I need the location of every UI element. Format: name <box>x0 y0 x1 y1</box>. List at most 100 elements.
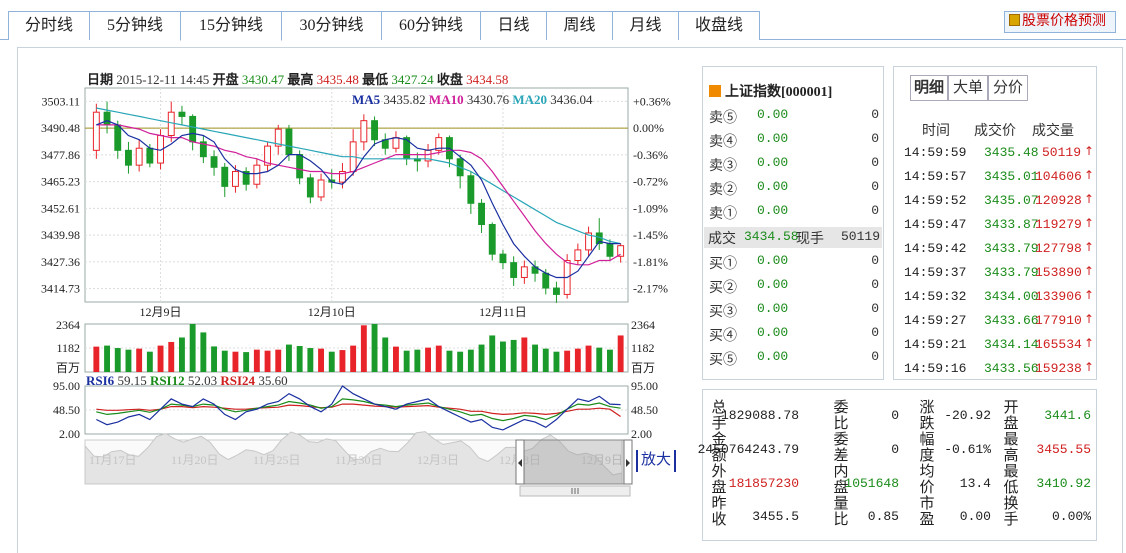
buy-label: 买① <box>709 257 737 272</box>
buy-vol: 0 <box>871 277 879 292</box>
candle-body <box>253 164 261 185</box>
col-price-header: 成交价 <box>974 124 1016 139</box>
stat-value: 3410.92 <box>1036 476 1091 491</box>
candle-body <box>467 175 475 204</box>
trade-row: 14:59:57 3435.01 104606 ↑ <box>904 168 1095 187</box>
trade-price: 3434.14 <box>984 337 1039 352</box>
candle-body <box>510 262 518 278</box>
trade-price: 3433.79 <box>984 265 1039 280</box>
volume-bar <box>382 337 389 372</box>
index-icon <box>709 85 721 97</box>
rsi-legend: RSI6 59.15 RSI12 52.03 RSI24 35.60 <box>86 373 288 389</box>
buy-price: 0.00 <box>757 301 789 316</box>
trade-row: 14:59:27 3433.66 177910 ↑ <box>904 312 1094 331</box>
sell-row: 卖② 0.00 0 <box>707 179 881 199</box>
buy-row: 买④ 0.00 0 <box>707 325 881 345</box>
candle-body <box>360 120 368 143</box>
rsi-tick-label-right: 48.50 <box>631 403 658 417</box>
trade-row: 14:59:42 3433.79 127798 ↑ <box>904 240 1094 259</box>
sell-price: 0.00 <box>757 203 789 218</box>
buy-price: 0.00 <box>757 277 789 292</box>
sell-label: 卖② <box>709 183 737 198</box>
trade-price: 3433.66 <box>984 313 1039 328</box>
volume-bar <box>232 351 239 372</box>
stats-label-col2: 委比委差内盘量比 <box>833 400 849 528</box>
trade-time: 14:59:27 <box>904 313 967 328</box>
volume-bar <box>307 348 314 372</box>
rsi12-name: RSI12 <box>149 373 185 388</box>
low-value: 3427.24 <box>391 72 434 87</box>
volume-bar <box>574 348 581 372</box>
volume-bar <box>596 347 603 372</box>
up-arrow-icon: ↑ <box>1084 168 1095 182</box>
trade-price: 3435.01 <box>984 169 1039 184</box>
trade-vol: 133906 <box>1035 289 1082 304</box>
stat-value: 13.4 <box>959 476 991 491</box>
sell-label: 卖① <box>709 207 737 222</box>
pct-tick-label: -1.45% <box>633 228 668 242</box>
sell-price: 0.00 <box>757 131 789 146</box>
buy-price: 0.00 <box>757 325 789 340</box>
trade-vol: 50119 <box>1041 145 1081 160</box>
trade-row: 14:59:32 3434.00 133906 ↑ <box>904 288 1095 307</box>
tab-detail[interactable]: 明细 <box>910 75 948 101</box>
rsi6-value: 59.15 <box>117 373 147 388</box>
tab-price-split[interactable]: 分价 <box>988 75 1028 101</box>
high-label: 最高 <box>287 72 314 87</box>
ma10-name: MA10 <box>428 92 464 107</box>
predict-label: 股票价格预测 <box>1022 14 1106 29</box>
trade-price: 3433.87 <box>984 217 1039 232</box>
buy-price: 0.00 <box>757 349 789 364</box>
navigator-date-label: 11月25日 <box>253 453 301 467</box>
rsi-tick-label: 2.00 <box>59 427 80 441</box>
rsi24-value: 35.60 <box>258 373 288 388</box>
rsi12-value: 52.03 <box>187 373 218 388</box>
open-value: 3430.47 <box>241 72 285 87</box>
sell-price: 0.00 <box>757 107 789 122</box>
low-label: 最低 <box>362 72 389 87</box>
high-value: 3435.48 <box>316 72 359 87</box>
candle-body <box>178 111 186 117</box>
volume-bar <box>403 350 410 372</box>
candle-body <box>125 149 132 166</box>
pct-tick-label: -2.17% <box>633 282 668 296</box>
price-panel-frame <box>84 87 629 303</box>
candle-body <box>306 177 314 198</box>
pct-tick-label: -1.81% <box>633 255 668 269</box>
tab-big-orders[interactable]: 大单 <box>948 75 988 101</box>
candle-body <box>520 266 528 278</box>
deal-price: 3434.58 <box>744 229 799 244</box>
stock-price-predict-button[interactable]: 股票价格预测 <box>1004 11 1116 33</box>
price-tick-label: 3414.73 <box>41 282 80 296</box>
stat-value: 3455.5 <box>752 509 799 524</box>
ma20-name: MA20 <box>512 92 548 107</box>
candle-body <box>371 120 378 141</box>
sell-vol: 0 <box>871 203 879 218</box>
volume-tick-label-right: 2364 <box>631 318 655 332</box>
up-arrow-icon: ↑ <box>1084 288 1095 302</box>
candle-body <box>606 243 614 257</box>
candle-body <box>103 111 111 126</box>
trade-row: 14:59:59 3435.48 50119 ↑ <box>904 144 1094 163</box>
volume-bar <box>607 349 613 372</box>
volume-bar <box>200 332 207 372</box>
volume-tick-label: 百万 <box>56 361 80 375</box>
zoom-in-button[interactable]: 放大 <box>636 450 677 472</box>
trade-vol: 159238 <box>1035 361 1082 376</box>
volume-tick-label-right: 百万 <box>631 361 655 375</box>
candle-body <box>221 166 229 187</box>
candle-body <box>135 147 143 166</box>
volume-bar <box>221 350 228 372</box>
candle-body <box>210 156 218 168</box>
price-tick-label: 3477.86 <box>41 148 80 162</box>
trade-vol: 127798 <box>1035 241 1082 256</box>
sell-row: 卖④ 0.00 0 <box>707 131 881 151</box>
volume-bar <box>564 350 571 372</box>
pct-tick-label: 0.00% <box>633 121 664 135</box>
volume-bar <box>500 341 506 372</box>
trade-row: 14:59:37 3433.79 153890 ↑ <box>904 264 1094 283</box>
trade-row: 14:59:47 3433.87 119279 ↑ <box>904 216 1094 235</box>
volume-bar <box>532 344 538 372</box>
stat-value: 3455.55 <box>1036 442 1091 457</box>
candle-body <box>499 253 507 264</box>
